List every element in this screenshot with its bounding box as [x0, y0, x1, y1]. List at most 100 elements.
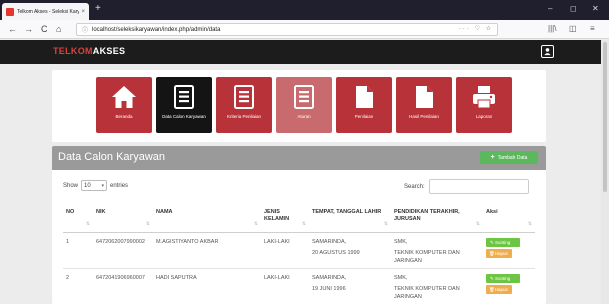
menu-label: Penilaian [354, 114, 374, 119]
browser-tab[interactable]: Telkom Akses - Seleksi Karyaw × [2, 3, 89, 20]
app-header: TELKOMAKSES [0, 40, 601, 64]
cell-tanggal: 20 AGUSTUS 1999 [312, 249, 360, 256]
show-label: Show [63, 182, 79, 189]
search-label: Search: [404, 183, 425, 190]
browser-tab-strip: Telkom Akses - Seleksi Karyaw × + – ◻ ✕ [0, 0, 609, 20]
cell-ttl: SAMARINDA, 20 AGUSTUS 1999 [309, 231, 391, 268]
cell-jurusan: TEKNIK KOMPUTER DAN JARINGAN [394, 249, 460, 264]
search-input[interactable] [428, 179, 529, 194]
list-icon [294, 85, 314, 109]
column-header-nama[interactable]: NAMA ⇅ [153, 202, 261, 233]
tab-close-icon[interactable]: × [81, 9, 85, 15]
cell-jurusan: TEKNIK KOMPUTER DAN JARINGAN [394, 285, 460, 300]
sort-icon: ⇅ [475, 220, 480, 227]
cell-nik: 6472041906960007 [93, 267, 153, 304]
info-icon[interactable]: ⓘ [82, 25, 88, 34]
tab-title: Telkom Akses - Seleksi Karyaw [17, 8, 80, 15]
close-window-icon[interactable]: ✕ [592, 4, 599, 14]
data-card: Data Calon Karyawan + Tambah Data Show 1… [52, 146, 546, 304]
cell-no: 1 [63, 231, 93, 268]
home-icon [112, 86, 136, 108]
column-header-pendidikan[interactable]: PENDIDIKAN TERAKHIR, JURUSAN ⇅ [391, 202, 483, 233]
entries-length-control: Show 10 ▾ entries [63, 180, 128, 191]
library-icon[interactable]: |||\ [548, 23, 556, 35]
cell-jenis-kelamin: LAKI-LAKI [261, 267, 309, 304]
favicon-icon [6, 7, 14, 16]
entries-select[interactable]: 10 ▾ [81, 180, 108, 191]
printer-icon [473, 86, 495, 109]
table-header-row: NO ⇅ NIK ⇅ NAMA ⇅ JENIS KELAMIN ⇅ TEMPAT, TA… [63, 202, 535, 233]
menu-tile-data-calon-karyawan[interactable]: Data Calon Karyawan [156, 77, 212, 133]
browser-navbar: ← → C ⌂ ⓘ localhost/seleksikaryawan/inde… [0, 20, 609, 39]
page-actions-icons[interactable]: ··· ♡ ☆ [459, 25, 493, 32]
data-table: NO ⇅ NIK ⇅ NAMA ⇅ JENIS KELAMIN ⇅ TEMPAT, TA… [63, 202, 535, 304]
sort-icon: ⇅ [145, 220, 150, 227]
menu-label: Beranda [115, 114, 133, 119]
chevron-down-icon: ▾ [101, 182, 105, 189]
menu-label: Laporan [475, 114, 493, 119]
user-icon[interactable] [541, 45, 554, 58]
entries-value: 10 [84, 182, 91, 189]
new-tab-button[interactable]: + [95, 3, 101, 15]
menu-tile-hasil-penilaian[interactable]: Hasil Penilaian [396, 77, 452, 133]
menu-label: Kriteria Penilaian [226, 114, 262, 119]
main-menu-panel: Beranda Data Calon Karyawan Kriteria Pen… [52, 70, 546, 142]
delete-button[interactable]: 🗑Hapus [486, 284, 512, 294]
column-header-tempat-tanggal-lahir[interactable]: TEMPAT, TANGGAL LAHIR ⇅ [309, 202, 391, 233]
cell-pendidikan: SMK, TEKNIK KOMPUTER DAN JARINGAN [391, 231, 483, 268]
table-row: 2 6472041906960007 HADI SAPUTRA LAKI-LAK… [63, 267, 535, 304]
sort-icon: ⇅ [527, 220, 532, 227]
reload-icon[interactable]: C [41, 23, 48, 35]
column-header-jenis-kelamin[interactable]: JENIS KELAMIN ⇅ [261, 202, 309, 233]
column-header-nik[interactable]: NIK ⇅ [93, 202, 153, 233]
cell-nama: M.AGISTIYANTO AKBAR [153, 231, 261, 268]
card-header: Data Calon Karyawan + Tambah Data [52, 146, 546, 170]
maximize-icon[interactable]: ◻ [570, 4, 577, 14]
delete-button[interactable]: 🗑Hapus [486, 248, 512, 258]
sidebar-icon[interactable]: ◫ [569, 23, 577, 35]
search-control: Search: [404, 179, 529, 194]
cell-ttl: SAMARINDA, 19 JUNI 1996 [309, 267, 391, 304]
brand-part-2: AKSES [92, 46, 126, 56]
cell-jenjang: SMK, [394, 238, 408, 245]
forward-icon[interactable]: → [24, 23, 33, 35]
column-header-no[interactable]: NO ⇅ [63, 202, 93, 233]
add-data-label: Tambah Data [497, 154, 528, 161]
minimize-icon[interactable]: – [548, 4, 552, 14]
menu-tile-aturan[interactable]: Aturan [276, 77, 332, 133]
menu-tile-laporan[interactable]: Laporan [456, 77, 512, 133]
address-bar[interactable]: ⓘ localhost/seleksikaryawan/index.php/ad… [76, 23, 498, 36]
file-icon [356, 86, 373, 108]
cell-pendidikan: SMK, TEKNIK KOMPUTER DAN JARINGAN [391, 267, 483, 304]
menu-icon[interactable]: ≡ [590, 23, 595, 35]
cell-jenjang: SMK, [394, 274, 408, 281]
url-text: localhost/seleksikaryawan/index.php/admi… [92, 26, 221, 33]
menu-label: Hasil Penilaian [409, 114, 439, 119]
column-header-aksi[interactable]: Aksi ⇅ [483, 202, 535, 233]
sort-icon: ⇅ [253, 220, 258, 227]
home-nav-icon[interactable]: ⌂ [56, 23, 61, 35]
menu-tile-beranda[interactable]: Beranda [96, 77, 152, 133]
sort-icon: ⇅ [85, 220, 90, 227]
brand-part-1: TELKOM [53, 46, 93, 56]
sort-icon: ⇅ [383, 220, 388, 227]
edit-button[interactable]: ✎ Sunting [486, 237, 520, 247]
cell-aksi: ✎ Sunting 🗑Hapus [483, 231, 535, 268]
scrollbar-thumb[interactable] [603, 42, 607, 192]
brand-logo[interactable]: TELKOMAKSES [53, 46, 125, 56]
cell-jenis-kelamin: LAKI-LAKI [261, 231, 309, 268]
back-icon[interactable]: ← [8, 23, 17, 35]
menu-tile-kriteria-penilaian[interactable]: Kriteria Penilaian [216, 77, 272, 133]
add-data-button[interactable]: + Tambah Data [480, 151, 538, 164]
cell-tempat: SAMARINDA, [312, 238, 347, 245]
plus-icon: + [490, 154, 495, 161]
cell-no: 2 [63, 267, 93, 304]
menu-tile-penilaian[interactable]: Penilaian [336, 77, 392, 133]
table-row: 1 6472062007990002 M.AGISTIYANTO AKBAR L… [63, 231, 535, 268]
cell-nik: 6472062007990002 [93, 231, 153, 268]
list-icon [174, 85, 194, 109]
menu-label: Aturan [297, 114, 311, 119]
cell-tanggal: 19 JUNI 1996 [312, 285, 346, 292]
edit-button[interactable]: ✎ Sunting [486, 273, 520, 283]
entries-label: entries [110, 182, 129, 189]
